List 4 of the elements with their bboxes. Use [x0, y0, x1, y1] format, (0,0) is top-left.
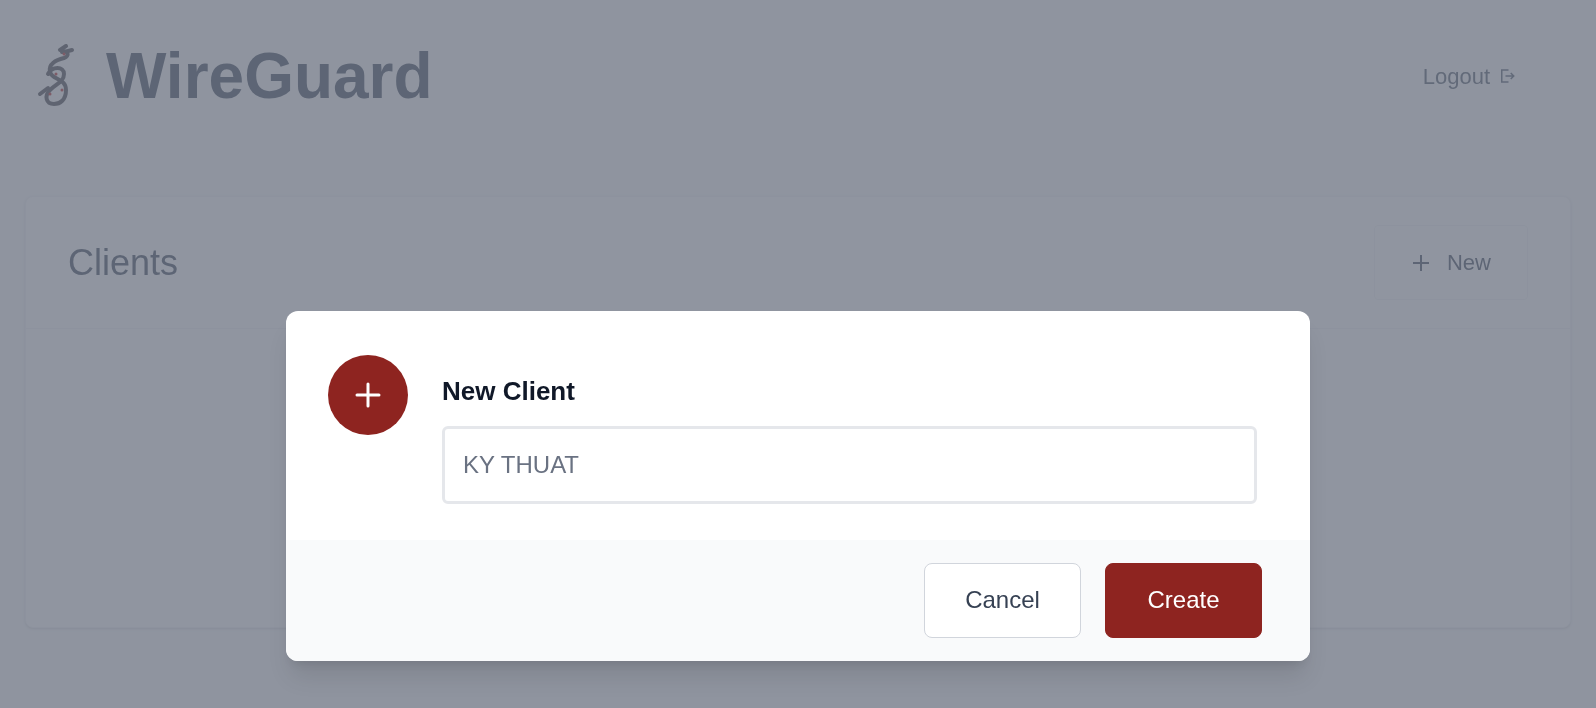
- cancel-button[interactable]: Cancel: [924, 562, 1081, 638]
- create-button[interactable]: Create: [1105, 562, 1262, 638]
- dialog-title: New Client: [442, 375, 576, 408]
- client-name-field[interactable]: KY THUAT: [442, 425, 1257, 504]
